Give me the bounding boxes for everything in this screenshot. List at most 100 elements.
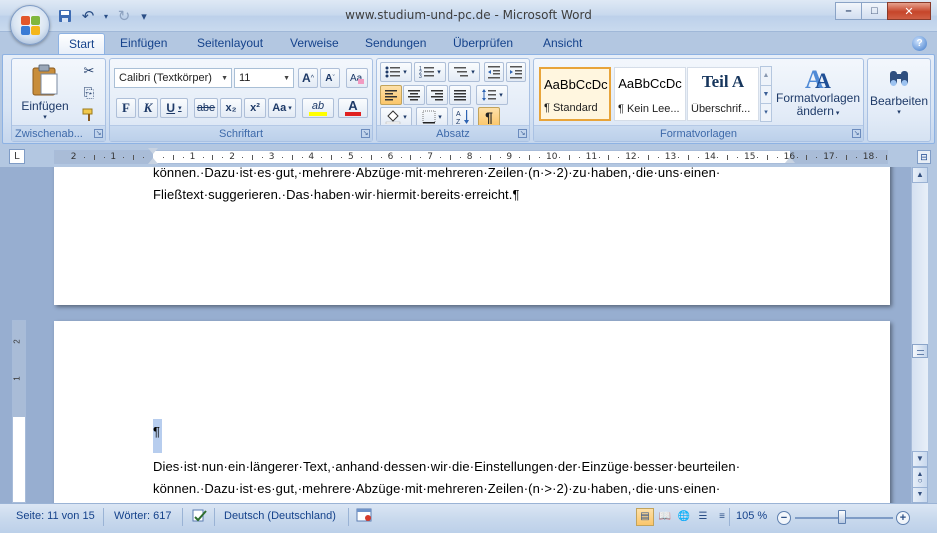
bold-button[interactable]: F (116, 98, 136, 118)
editing-button[interactable]: Bearbeiten ▾ (870, 61, 928, 123)
font-name-dropdown-icon[interactable]: ▼ (221, 75, 228, 82)
word-count[interactable]: Wörter: 617 (114, 510, 171, 522)
align-right-button[interactable] (426, 85, 448, 105)
center-button[interactable] (403, 85, 425, 105)
ruler-dot (440, 157, 442, 158)
justify-button[interactable] (449, 85, 471, 105)
sort-button[interactable]: AZ (452, 107, 474, 127)
styles-up-icon[interactable]: ▲ (761, 67, 771, 85)
close-button[interactable]: ✕ (887, 2, 931, 20)
status-separator (729, 508, 730, 526)
subscript-button[interactable]: x₂ (220, 98, 242, 118)
next-page-icon[interactable]: ▼ (912, 487, 928, 503)
document-page[interactable]: können.·Dazu·ist·es·gut,·mehrere·Abzüge·… (54, 167, 890, 305)
language-indicator[interactable]: Deutsch (Deutschland) (224, 510, 336, 522)
style-standard[interactable]: AaBbCcDc ¶ Standard (539, 67, 611, 121)
change-styles-button[interactable]: A A Formatvorlagen ändern ▾ (776, 61, 860, 123)
first-line-indent-marker[interactable] (148, 148, 158, 154)
strikethrough-button[interactable]: abe (194, 98, 218, 118)
styles-launcher-icon[interactable]: ↘ (852, 129, 861, 138)
ruler-dot (796, 157, 798, 158)
underline-button[interactable]: U ▾ (160, 98, 188, 118)
paste-label: Einfügen (21, 99, 69, 113)
styles-more-icon[interactable]: ▾ (761, 103, 771, 121)
tab-sendungen[interactable]: Sendungen (365, 36, 426, 50)
change-case-button[interactable]: Aa ▾ (268, 98, 296, 118)
proofing-icon[interactable] (190, 507, 210, 528)
cut-button[interactable]: ✂ (78, 61, 100, 81)
show-formatting-button[interactable]: ¶ (478, 107, 500, 127)
minimize-button[interactable]: – (835, 2, 862, 20)
view-ruler-icon[interactable]: ⊟ (917, 150, 931, 164)
page-count[interactable]: Seite: 11 von 15 (16, 510, 95, 522)
shading-button[interactable]: ▾ (380, 107, 412, 127)
tab-verweise[interactable]: Verweise (290, 36, 339, 50)
tab-einfuegen[interactable]: Einfügen (120, 36, 167, 50)
font-name-combo[interactable]: Calibri (Textkörper) ▼ (114, 68, 232, 88)
horizontal-ruler[interactable]: 2 1 1 2 3 4 5 6 7 8 9 10 11 12 13 14 15 16 17 18 (54, 148, 888, 164)
ruler-dot (677, 157, 679, 158)
highlight-button[interactable]: ab (302, 98, 334, 118)
font-size-combo[interactable]: 11 ▼ (234, 68, 294, 88)
tab-seitenlayout[interactable]: Seitenlayout (197, 36, 263, 50)
zoom-in-icon[interactable]: + (896, 511, 910, 525)
vertical-ruler[interactable]: 2 1 (12, 320, 26, 503)
ruler-tick (687, 155, 689, 160)
borders-button[interactable]: ▾ (416, 107, 448, 127)
font-color-button[interactable]: A (338, 98, 368, 118)
line-spacing-button[interactable]: ▾ (476, 85, 508, 105)
grow-font-button[interactable]: A ^ (298, 68, 318, 88)
outline-view-icon[interactable]: ☰ (694, 508, 712, 526)
superscript-button[interactable]: x² (244, 98, 266, 118)
font-size-dropdown-icon[interactable]: ▼ (283, 75, 290, 82)
tab-start[interactable]: Start (58, 33, 106, 55)
paragraph-launcher-icon[interactable]: ↘ (518, 129, 527, 138)
styles-down-icon[interactable]: ▼ (761, 85, 771, 103)
ruler-dot (836, 157, 838, 158)
scroll-down-icon[interactable]: ▼ (912, 451, 928, 467)
paragraph-line[interactable]: Fließtext·suggerieren.·Das·haben·wir·hie… (153, 187, 520, 202)
zoom-level[interactable]: 105 % (736, 510, 767, 522)
style-kein-leerraum[interactable]: AaBbCcDc ¶ Kein Lee... (614, 67, 686, 121)
clipboard-launcher-icon[interactable]: ↘ (94, 129, 103, 138)
decrease-indent-button[interactable] (484, 62, 504, 82)
paragraph-line[interactable]: können.·Dazu·ist·es·gut,·mehrere·Abzüge·… (153, 167, 720, 180)
office-button[interactable] (10, 5, 50, 45)
font-launcher-icon[interactable]: ↘ (361, 129, 370, 138)
copy-button[interactable]: ⎘ (78, 83, 100, 103)
tab-selector[interactable]: L (9, 149, 25, 164)
bullets-button[interactable]: ▾ (380, 62, 412, 82)
clear-formatting-button[interactable]: Aa (346, 68, 368, 88)
full-screen-reading-view-icon[interactable]: 📖 (656, 508, 674, 526)
paste-button[interactable]: Einfügen ▾ (16, 61, 74, 123)
paragraph-line[interactable]: Dies·ist·nun·ein·längerer·Text,·anhand·d… (153, 459, 740, 474)
selected-paragraph-mark[interactable]: ¶ (153, 419, 162, 453)
hanging-indent-marker[interactable] (148, 158, 158, 164)
maximize-button[interactable]: □ (861, 2, 888, 20)
print-layout-view-icon[interactable]: ▤ (636, 508, 654, 526)
vertical-scrollbar[interactable]: ▲ ▼ ▲ ○ ▼ (911, 167, 928, 503)
ruler-tick (370, 155, 372, 160)
shrink-font-button[interactable]: Aˇ (320, 68, 340, 88)
zoom-slider-thumb[interactable] (838, 510, 846, 524)
align-left-button[interactable] (380, 85, 402, 105)
tab-ueberpruefen[interactable]: Überprüfen (453, 36, 513, 50)
multilevel-list-button[interactable]: ▾ (448, 62, 480, 82)
style-ueberschrift[interactable]: Teil A Überschrif... (687, 67, 759, 121)
tab-ansicht[interactable]: Ansicht (543, 36, 582, 50)
help-icon[interactable]: ? (912, 36, 927, 51)
italic-button[interactable]: K (138, 98, 158, 118)
document-page[interactable]: ¶ Dies·ist·nun·ein·längerer·Text,·anhand… (54, 321, 890, 503)
ruler-tick (489, 155, 491, 160)
web-layout-view-icon[interactable]: 🌐 (675, 508, 693, 526)
ruler-tick (291, 155, 293, 160)
scrollbar-thumb[interactable] (912, 344, 928, 358)
ruler-dot (380, 157, 382, 158)
numbering-button[interactable]: 1 2 3 ▾ (414, 62, 446, 82)
increase-indent-button[interactable] (506, 62, 526, 82)
zoom-out-icon[interactable]: − (777, 511, 791, 525)
paragraph-line[interactable]: können.·Dazu·ist·es·gut,·mehrere·Abzüge·… (153, 481, 720, 496)
format-painter-button[interactable] (78, 105, 100, 125)
scroll-up-icon[interactable]: ▲ (912, 167, 928, 183)
macro-recording-icon[interactable] (356, 508, 374, 527)
